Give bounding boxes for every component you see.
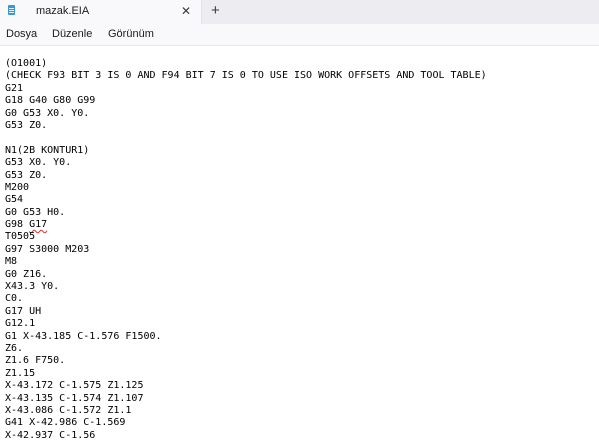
editor-line: G98 G17 xyxy=(5,219,48,231)
editor-line: G41 X-42.986 C-1.569 xyxy=(5,417,126,429)
editor-line: X43.3 Y0. xyxy=(5,281,60,293)
menu-item-view[interactable]: Görünüm xyxy=(108,28,154,40)
editor-line: Z6. xyxy=(5,342,24,354)
editor-lines: (O1001) (CHECK F93 BIT 3 IS 0 AND F94 BIT… xyxy=(5,58,487,442)
editor-line: G54 xyxy=(5,194,24,206)
tab-mazak-eia[interactable]: mazak.EIA ✕ xyxy=(0,0,202,24)
editor-line: N1(2B KONTUR1) xyxy=(5,144,90,156)
editor-line: X-43.086 C-1.572 Z1.1 xyxy=(5,404,132,416)
editor-line: G1 X-43.185 C-1.576 F1500. xyxy=(5,330,162,342)
editor-line: G97 S3000 M203 xyxy=(5,243,90,255)
editor-line: G17 UH xyxy=(5,305,42,317)
title-bar: mazak.EIA ✕ + xyxy=(0,0,599,24)
tab-title: mazak.EIA xyxy=(36,5,90,17)
editor-line: M8 xyxy=(5,256,18,268)
plus-icon[interactable]: + xyxy=(211,2,220,20)
notepad-window: mazak.EIA ✕ + Dosya Düzenle Görünüm (O10… xyxy=(0,0,599,447)
editor-line: T0505 xyxy=(5,231,36,243)
editor-line: Z1.6 F750. xyxy=(5,355,66,367)
editor-line: G53 X0. Y0. xyxy=(5,157,72,169)
spellcheck-flagged-word[interactable]: G17 xyxy=(29,219,47,230)
editor-line: Z1.15 xyxy=(5,367,36,379)
editor-line: G18 G40 G80 G99 xyxy=(5,95,96,107)
menu-item-file[interactable]: Dosya xyxy=(6,28,37,40)
editor-line: G12.1 xyxy=(5,318,36,330)
notepad-app-icon xyxy=(8,5,15,15)
editor-line: M200 xyxy=(5,181,30,193)
editor-line: G53 Z0. xyxy=(5,169,48,181)
close-icon[interactable]: ✕ xyxy=(181,3,191,19)
menu-bar: Dosya Düzenle Görünüm xyxy=(0,24,599,46)
editor-line: G0 Z16. xyxy=(5,268,48,280)
editor-line: G0 G53 X0. Y0. xyxy=(5,107,90,119)
editor-line: (O1001) xyxy=(5,58,48,69)
editor-line: G53 Z0. xyxy=(5,119,48,131)
editor-line: C0. xyxy=(5,293,24,305)
editor-line: G0 G53 H0. xyxy=(5,206,66,218)
editor-line: X-43.172 C-1.575 Z1.125 xyxy=(5,380,144,392)
editor-line: G21 xyxy=(5,82,24,94)
editor-line: X-42.937 C-1.56 xyxy=(5,429,96,441)
menu-item-edit[interactable]: Düzenle xyxy=(52,28,92,40)
editor-line: (CHECK F93 BIT 3 IS 0 AND F94 BIT 7 IS 0… xyxy=(5,70,487,82)
editor-line: X-43.135 C-1.574 Z1.107 xyxy=(5,392,144,404)
text-editor[interactable]: (O1001) (CHECK F93 BIT 3 IS 0 AND F94 BIT… xyxy=(0,46,599,447)
